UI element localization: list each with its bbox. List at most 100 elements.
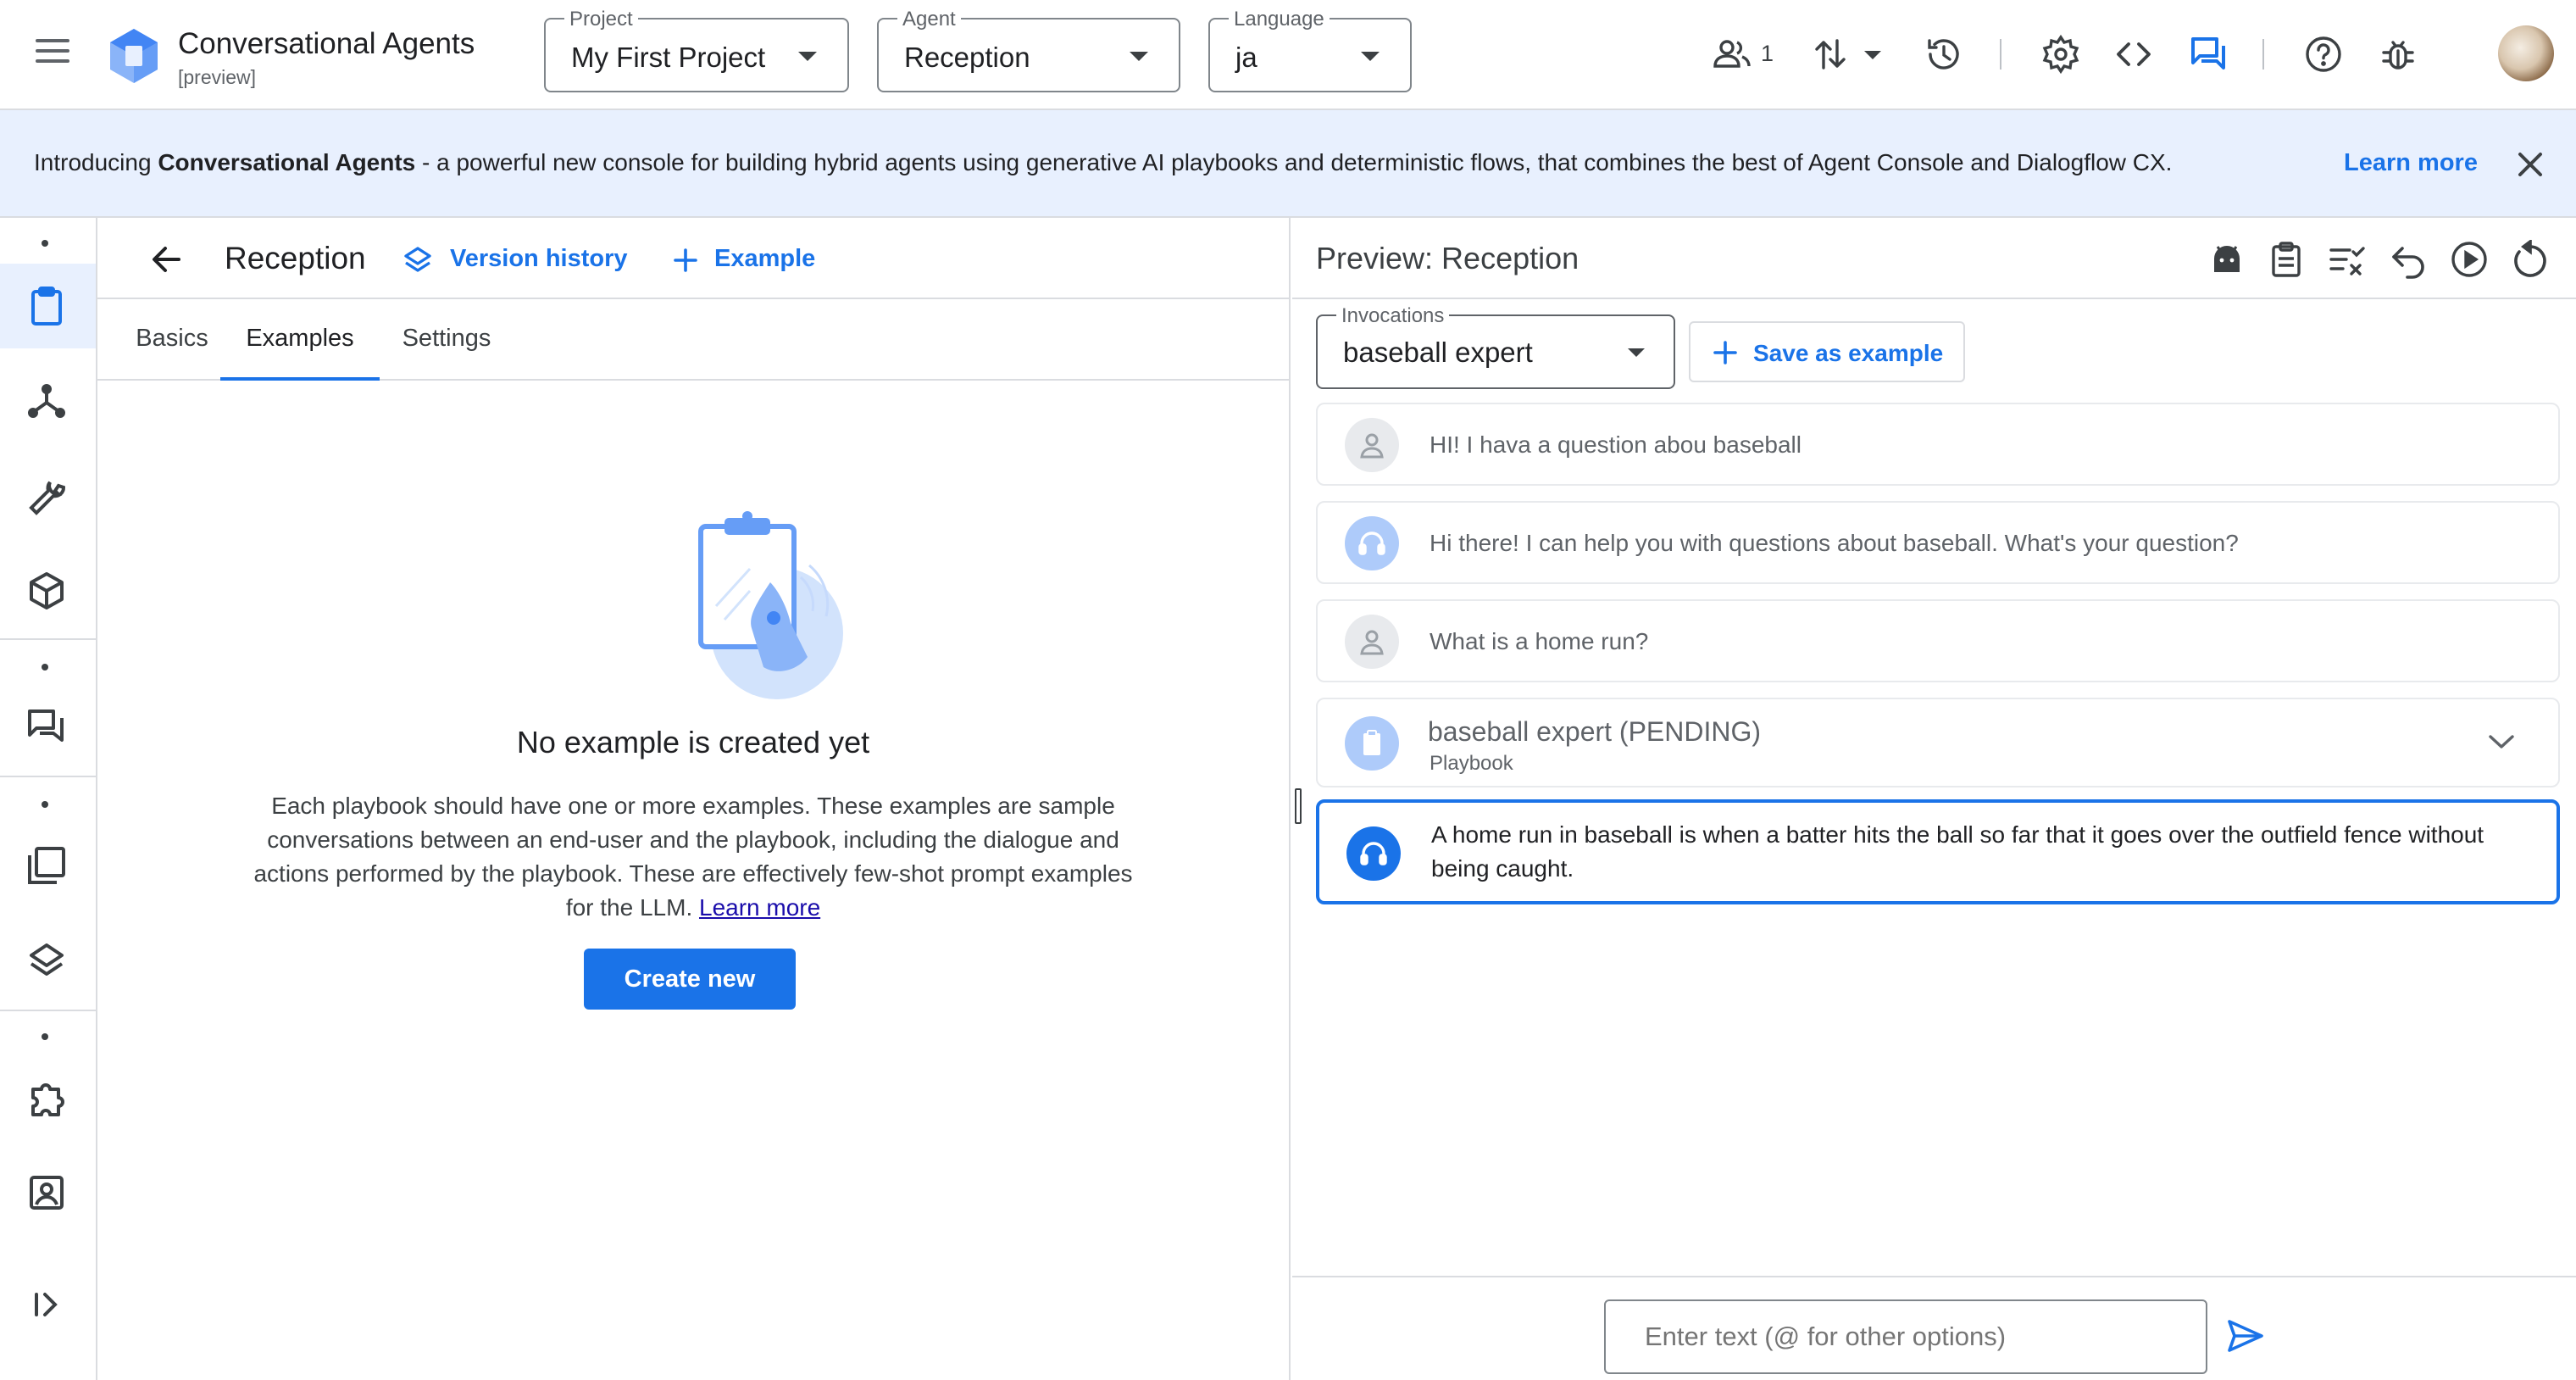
rail-item-layers[interactable] (0, 918, 96, 1003)
history-icon[interactable] (1924, 34, 1964, 75)
caret-down-icon (1361, 52, 1380, 61)
plus-icon (674, 248, 697, 272)
language-select-label: Language (1229, 8, 1330, 31)
help-icon[interactable] (2303, 34, 2344, 75)
preview-title: Preview: Reception (1316, 241, 1579, 275)
message-text: A home run in baseball is when a batter … (1431, 818, 2484, 886)
save-as-example-label: Save as example (1753, 340, 1944, 366)
language-select[interactable]: Language ja (1208, 8, 1412, 92)
invocations-value: baseball expert (1343, 337, 1533, 368)
message-text: HI! I hava a question abou baseball (1430, 431, 1802, 458)
chat-message-user[interactable]: HI! I hava a question abou baseball (1316, 403, 2560, 486)
left-nav-rail (0, 218, 97, 1380)
invocations-label: Invocations (1336, 304, 1450, 328)
agent-headset-icon (1346, 826, 1401, 881)
version-history-icon (404, 247, 431, 272)
app-subtitle: [preview] (178, 66, 257, 88)
rail-item-flows[interactable] (0, 359, 96, 443)
user-avatar-icon (1345, 418, 1399, 472)
rail-item-playbooks[interactable] (0, 264, 96, 348)
list-check-icon[interactable] (2328, 240, 2367, 279)
caret-down-icon (1130, 52, 1148, 61)
reset-icon[interactable] (2511, 240, 2550, 279)
banner-learn-more-link[interactable]: Learn more (2344, 149, 2478, 177)
chevron-down-icon[interactable] (1861, 34, 1885, 75)
flows-icon (28, 384, 65, 418)
editor-header: Reception Version history Example (97, 218, 1289, 299)
data-store-icon (28, 847, 65, 884)
message-text: What is a home run? (1430, 628, 1649, 654)
plus-icon (1713, 341, 1737, 364)
back-arrow-icon[interactable] (147, 240, 186, 279)
rail-dot (42, 664, 48, 671)
message-text-line: being caught. (1431, 855, 1574, 882)
banner-product-name: Conversational Agents (158, 149, 416, 175)
playbook-editor-panel: Reception Version history Example Basics… (97, 218, 1291, 1380)
create-new-button[interactable]: Create new (584, 949, 796, 1010)
agent-select[interactable]: Agent Reception (877, 8, 1180, 92)
message-text: Hi there! I can help you with questions … (1430, 530, 2239, 556)
playbook-status-title: baseball expert (PENDING) (1428, 716, 1762, 747)
playbook-clipboard-icon (1345, 716, 1399, 771)
conversations-icon (28, 709, 64, 742)
play-circle-icon[interactable] (2450, 240, 2489, 279)
rail-dot (42, 240, 48, 247)
chat-icon[interactable] (2188, 34, 2229, 75)
tab-settings[interactable]: Settings (391, 299, 502, 381)
empty-state-learn-more-link[interactable]: Learn more (699, 894, 820, 921)
chevron-down-icon[interactable] (2485, 732, 2518, 752)
message-text-line: A home run in baseball is when a batter … (1431, 821, 2484, 848)
rail-dot (42, 801, 48, 808)
people-icon[interactable] (1712, 34, 1752, 75)
send-icon[interactable] (2226, 1316, 2265, 1355)
invocations-select[interactable]: Invocations baseball expert (1316, 304, 1675, 389)
agent-select-label: Agent (897, 8, 961, 31)
toolbar-divider (2000, 39, 2001, 70)
rail-item-user-card[interactable] (0, 1150, 96, 1235)
settings-icon[interactable] (2040, 34, 2081, 75)
tools-icon (29, 481, 65, 515)
chat-input[interactable] (1604, 1299, 2207, 1374)
bug-icon[interactable] (2378, 34, 2418, 75)
rail-item-integrations[interactable] (0, 1057, 96, 1142)
menu-icon[interactable] (36, 39, 69, 64)
project-select[interactable]: Project My First Project (544, 8, 849, 92)
clipboard-icon[interactable] (2267, 240, 2306, 279)
app-title: Conversational Agents (178, 27, 475, 60)
announcement-banner: Introducing Conversational Agents - a po… (0, 110, 2576, 218)
tab-basics[interactable]: Basics (121, 299, 223, 381)
android-icon[interactable] (2207, 240, 2246, 279)
rail-divider (0, 1010, 96, 1011)
rail-item-conversations[interactable] (0, 684, 96, 769)
rail-item-packages[interactable] (0, 548, 96, 633)
conversational-agents-logo (110, 29, 158, 83)
banner-text: Introducing Conversational Agents - a po… (34, 149, 2173, 175)
rail-dot (42, 1033, 48, 1040)
integrations-icon (31, 1083, 64, 1116)
user-avatar[interactable] (2498, 25, 2554, 81)
rail-divider (0, 638, 96, 640)
user-card-icon (30, 1176, 64, 1210)
preview-panel: Preview: Reception Invocations baseball … (1292, 218, 2576, 1380)
playbook-invocation-item[interactable]: baseball expert (PENDING) Playbook (1316, 698, 2560, 787)
code-icon[interactable] (2113, 34, 2154, 75)
expand-icon (35, 1293, 58, 1316)
undo-icon[interactable] (2389, 240, 2428, 279)
rail-item-tools[interactable] (0, 454, 96, 538)
close-icon[interactable] (2513, 147, 2547, 181)
rail-item-data-stores[interactable] (0, 823, 96, 908)
import-export-icon[interactable] (1810, 34, 1851, 75)
playbooks-icon (31, 287, 62, 326)
caret-down-icon (1628, 348, 1645, 357)
chat-message-user[interactable]: What is a home run? (1316, 599, 2560, 682)
chat-message-agent-selected[interactable]: A home run in baseball is when a batter … (1316, 799, 2560, 904)
version-history-label: Version history (450, 245, 628, 272)
save-as-example-button[interactable]: Save as example (1689, 321, 1965, 382)
tab-examples[interactable]: Examples (220, 299, 380, 381)
preview-header: Preview: Reception (1292, 218, 2576, 299)
chat-message-agent[interactable]: Hi there! I can help you with questions … (1316, 501, 2560, 584)
language-select-value: ja (1235, 42, 1257, 73)
collaborators-count: 1 (1761, 41, 1774, 66)
user-avatar-icon (1345, 615, 1399, 669)
rail-expand[interactable] (0, 1262, 96, 1347)
